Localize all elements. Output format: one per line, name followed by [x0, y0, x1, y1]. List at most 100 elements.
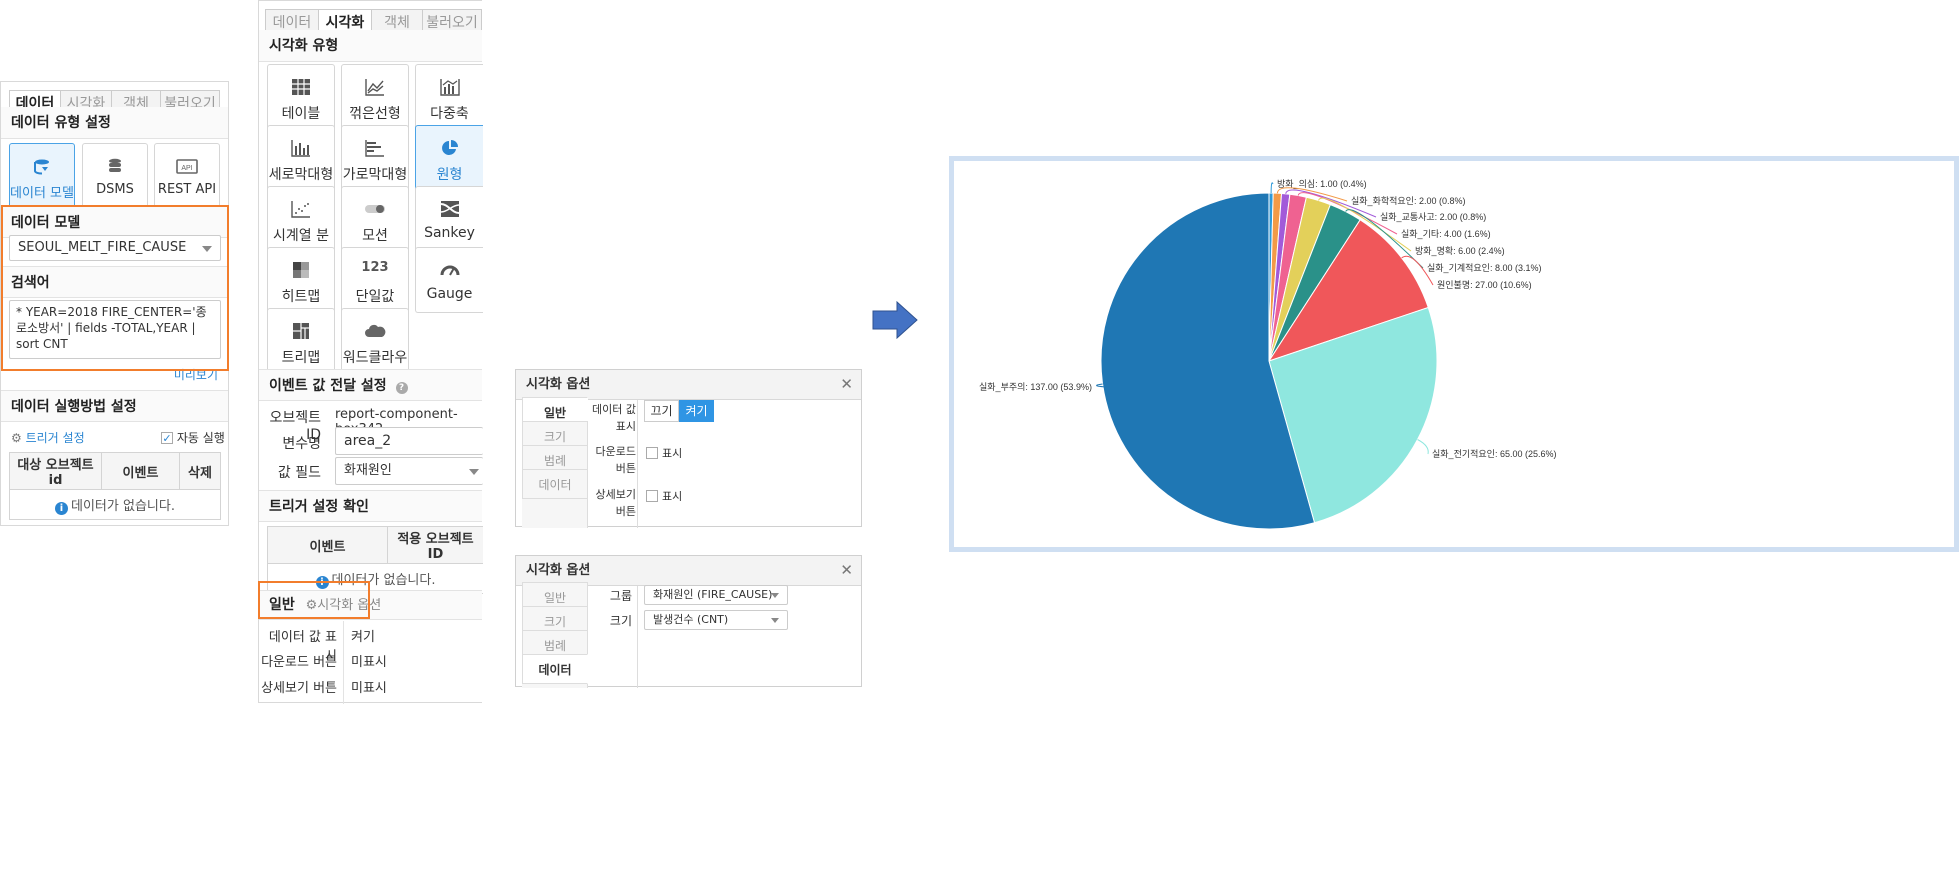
viz-timeseries[interactable]: 시계열 분포: [267, 186, 335, 264]
value-field-select[interactable]: 화재원인 (FIRE_CAUSE): [335, 457, 483, 504]
var-name-label: 변수명: [282, 436, 321, 452]
summary-value: 켜기: [351, 630, 375, 645]
viz-table[interactable]: 테이블: [267, 64, 335, 130]
toggle-on-button[interactable]: 켜기: [679, 400, 714, 422]
data-type-model[interactable]: 데이터 모델: [9, 143, 75, 209]
download-show-checkbox[interactable]: 표시: [646, 445, 682, 461]
checkbox-label: 표시: [662, 447, 683, 460]
size-select[interactable]: 발생건수 (CNT): [644, 610, 788, 630]
table-header: 적용 오브젝트 ID: [387, 526, 483, 564]
viz-gauge[interactable]: Gauge: [415, 247, 483, 313]
viz-type-title: 시각화 유형: [259, 30, 482, 62]
table-header: 대상 오브젝트 id: [9, 452, 102, 490]
toggle-off-button[interactable]: 끄기: [644, 400, 679, 422]
auto-run-label: 자동 실행: [176, 431, 225, 445]
api-icon: API: [176, 159, 198, 174]
column-chart-icon: [291, 140, 310, 157]
chevron-down-icon: [771, 618, 779, 623]
size-value: 발생건수 (CNT): [653, 613, 729, 626]
data-label: 실화_기계적요인: 8.00 (3.1%): [1427, 262, 1542, 273]
download-button-label: 다운로드 버튼: [595, 445, 636, 475]
data-model-icon: [34, 159, 49, 175]
summary-label: 다운로드 버튼: [261, 655, 337, 670]
viz-label: 모션: [362, 228, 388, 244]
summary-divider: [343, 621, 344, 704]
var-name-input[interactable]: area_2: [335, 427, 483, 455]
group-select[interactable]: 화재원인 (FIRE_CAUSE): [644, 585, 788, 605]
highlight-box: [258, 581, 370, 619]
viz-sankey[interactable]: Sankey: [415, 186, 483, 252]
help-icon[interactable]: ?: [395, 382, 408, 394]
data-label: 실화_교통사고: 2.00 (0.8%): [1380, 212, 1486, 222]
data-type-rest-api[interactable]: API REST API: [154, 143, 220, 209]
group-value: 화재원인 (FIRE_CAUSE): [653, 588, 773, 601]
wordcloud-icon: [365, 324, 386, 337]
gauge-icon: [440, 265, 459, 276]
table-header: 삭제: [179, 452, 221, 490]
trigger-check-title: 트리거 설정 확인: [259, 490, 482, 522]
trigger-settings[interactable]: ⚙ 트리거 설정: [11, 429, 85, 446]
trigger-label: 트리거 설정: [25, 431, 85, 445]
chart-frame: 방화_의심: 1.00 (0.4%) 실화_화학적요인: 2.00 (0.8%) 실…: [949, 156, 1959, 552]
event-settings-title: 이벤트 값 전달 설정 ?: [259, 369, 482, 401]
data-value-label: 데이터 값 표시: [592, 403, 636, 433]
viz-column[interactable]: 세로막대형: [267, 125, 335, 191]
info-icon: i: [55, 501, 69, 515]
checkbox-icon: [646, 447, 658, 459]
viz-label: 테이블: [281, 106, 321, 122]
data-label: 원인불명: 27.00 (10.6%): [1437, 280, 1532, 290]
viz-line[interactable]: 꺾은선형: [341, 64, 409, 130]
highlight-box: [1, 205, 229, 371]
viz-wordcloud[interactable]: 워드클라우드: [341, 308, 409, 386]
close-icon[interactable]: ✕: [840, 376, 853, 392]
viz-label: 트리맵: [281, 350, 321, 366]
viz-label: 다중축: [430, 106, 469, 122]
gear-icon: ⚙: [11, 431, 22, 445]
viz-multi-axis[interactable]: 다중축: [415, 64, 483, 130]
viz-label: 가로막대형: [342, 167, 408, 183]
chevron-down-icon: [771, 593, 779, 598]
viz-single-value[interactable]: 123 단일값: [341, 247, 409, 313]
viz-treemap[interactable]: 트리맵: [267, 308, 335, 374]
viz-label: 히트맵: [281, 289, 321, 305]
close-icon[interactable]: ✕: [840, 562, 853, 578]
viz-heatmap[interactable]: 히트맵: [267, 247, 335, 313]
data-type-dsms[interactable]: DSMS: [82, 143, 148, 209]
dialog-title: 시각화 옵션: [516, 370, 861, 400]
svg-text:API: API: [181, 165, 192, 172]
data-label: 실화_기타: 4.00 (1.6%): [1401, 229, 1491, 239]
tab-data[interactable]: 데이터: [522, 469, 588, 499]
bar-chart-icon: [365, 140, 384, 157]
data-type-title: 데이터 유형 설정: [1, 107, 228, 139]
data-label: 실화_전기적요인: 65.00 (25.6%): [1432, 448, 1557, 459]
table-header: 이벤트: [267, 526, 388, 564]
summary-value: 미표시: [351, 681, 387, 696]
empty-row: i 데이터가 없습니다.: [9, 489, 221, 520]
chevron-down-icon: [469, 469, 479, 475]
viz-label: 원형: [436, 167, 463, 183]
viz-options-dialog-data: 시각화 옵션 ✕ 일반 크기 범례 데이터 그룹 화재원인 (FIRE_CAUS…: [515, 555, 862, 688]
tab-data[interactable]: 데이터: [522, 654, 588, 684]
viz-pie[interactable]: 원형: [415, 125, 483, 191]
single-value-icon: 123: [361, 260, 389, 275]
table-icon: [292, 79, 310, 95]
data-type-label: REST API: [157, 182, 217, 197]
summary-label: 상세보기 버튼: [261, 681, 337, 696]
data-label: 방화_명확: 6.00 (2.4%): [1415, 245, 1505, 256]
checkbox-label: 표시: [662, 490, 683, 503]
viz-options-dialog-general: 시각화 옵션 ✕ 일반 크기 범례 데이터 데이터 값 표시 끄기 켜기 다운로…: [515, 369, 862, 528]
motion-icon: [365, 205, 385, 213]
group-label: 그룹: [609, 589, 632, 603]
timeseries-icon: [291, 201, 310, 218]
auto-run-checkbox[interactable]: ✓ 자동 실행: [161, 429, 225, 446]
event-settings-label: 이벤트 값 전달 설정: [269, 378, 387, 394]
value-field-label: 값 필드: [277, 465, 321, 481]
viz-bar[interactable]: 가로막대형: [341, 125, 409, 191]
detail-show-checkbox[interactable]: 표시: [646, 488, 682, 504]
data-type-label: 데이터 모델: [10, 186, 74, 201]
leader-line: [1270, 182, 1274, 194]
summary-value: 미표시: [351, 655, 387, 670]
line-chart-icon: [365, 79, 384, 96]
data-type-label: DSMS: [96, 182, 134, 197]
viz-motion[interactable]: 모션: [341, 186, 409, 252]
